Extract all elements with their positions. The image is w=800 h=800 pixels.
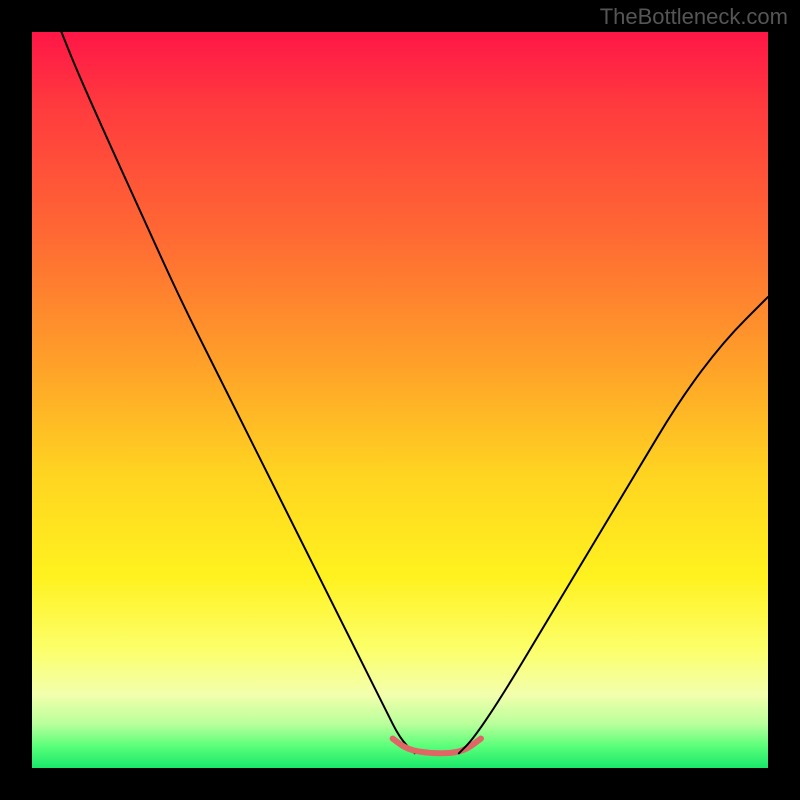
watermark-text: TheBottleneck.com bbox=[600, 4, 788, 30]
series-trough-band bbox=[393, 739, 481, 754]
plot-area bbox=[32, 32, 768, 768]
series-left-curve bbox=[61, 32, 414, 753]
curve-layer bbox=[32, 32, 768, 768]
chart-frame: TheBottleneck.com bbox=[0, 0, 800, 800]
series-right-curve bbox=[459, 297, 768, 753]
